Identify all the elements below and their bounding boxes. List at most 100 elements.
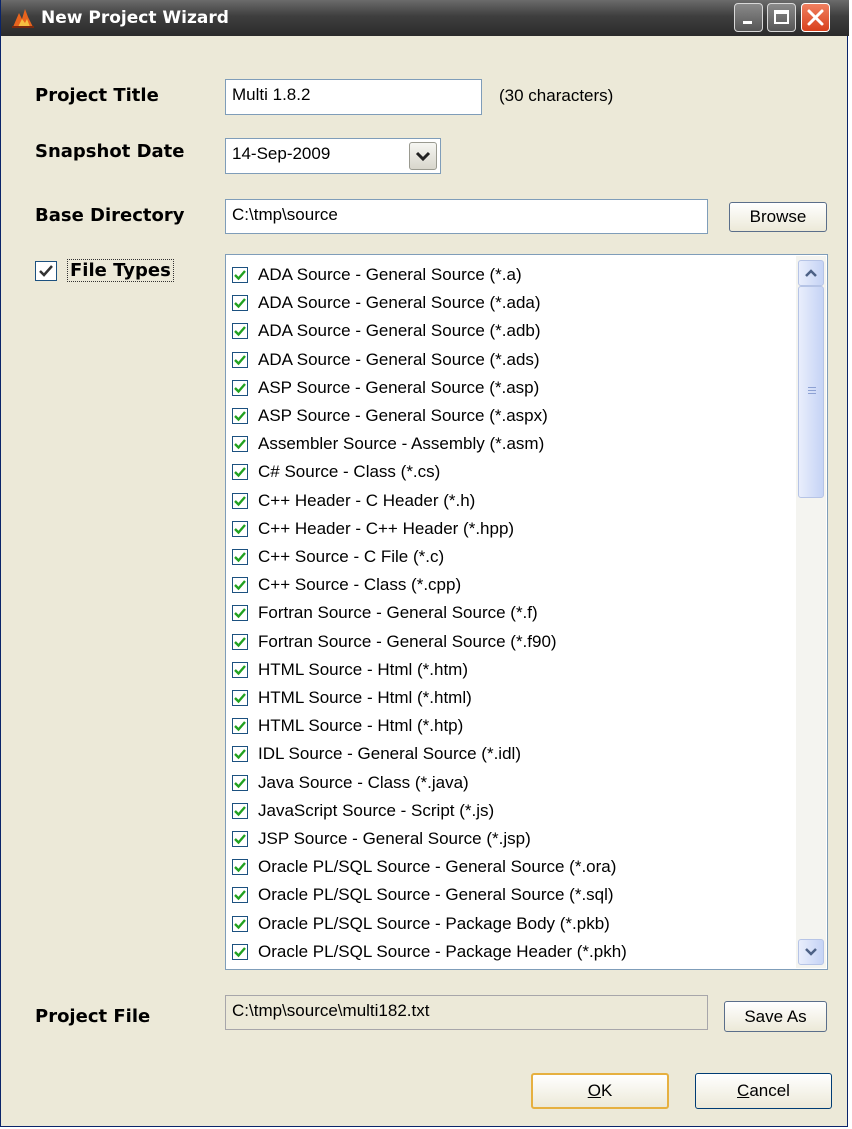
scroll-down-icon — [805, 948, 817, 956]
file-type-checkbox[interactable] — [232, 436, 248, 453]
checkmark-icon — [234, 411, 246, 422]
file-type-item[interactable]: Oracle PL/SQL Source - Package Body (*.p… — [232, 910, 610, 938]
file-type-label: C++ Source - Class (*.cpp) — [258, 575, 462, 595]
minimize-button[interactable] — [734, 3, 763, 32]
close-button[interactable] — [801, 3, 830, 32]
file-type-checkbox[interactable] — [232, 464, 248, 481]
ok-button[interactable]: OK — [531, 1073, 669, 1109]
file-type-checkbox[interactable] — [232, 887, 248, 904]
snapshot-date-label: Snapshot Date — [35, 141, 185, 162]
project-title-label: Project Title — [35, 85, 159, 106]
file-type-label: C++ Header - C++ Header (*.hpp) — [258, 518, 515, 538]
cancel-button[interactable]: Cancel — [695, 1073, 832, 1109]
file-type-checkbox[interactable] — [232, 943, 248, 960]
file-type-item[interactable]: C++ Source - Class (*.cpp) — [232, 571, 461, 599]
file-type-label: JavaScript Source - Script (*.js) — [258, 800, 495, 820]
window-title: New Project Wizard — [41, 8, 229, 28]
file-type-label: Oracle PL/SQL Source - Package Body (*.p… — [258, 913, 610, 933]
file-type-item[interactable]: C++ Source - C File (*.c) — [232, 543, 444, 571]
file-type-item[interactable]: IDL Source - General Source (*.idl) — [232, 740, 521, 768]
file-type-checkbox[interactable] — [232, 661, 248, 678]
file-type-checkbox[interactable] — [232, 633, 248, 650]
file-type-checkbox[interactable] — [232, 492, 248, 509]
file-type-item[interactable]: Fortran Source - General Source (*.f) — [232, 599, 538, 627]
file-type-item[interactable]: JSP Source - General Source (*.jsp) — [232, 825, 531, 853]
file-type-item[interactable]: HTML Source - Html (*.htm) — [232, 656, 468, 684]
file-type-item[interactable]: HTML Source - Html (*.htp) — [232, 712, 463, 740]
file-type-label: Oracle PL/SQL Source - General Source (*… — [258, 885, 614, 905]
file-type-label: C++ Header - C Header (*.h) — [258, 490, 476, 510]
file-type-checkbox[interactable] — [232, 520, 248, 537]
file-type-item[interactable]: JavaScript Source - Script (*.js) — [232, 797, 494, 825]
file-type-checkbox[interactable] — [232, 267, 248, 283]
save-as-button[interactable]: Save As — [724, 1001, 827, 1032]
file-type-label: ADA Source - General Source (*.a) — [258, 265, 522, 284]
file-type-item[interactable]: Oracle PL/SQL Source - General Source (*… — [232, 881, 614, 909]
checkmark-icon — [234, 665, 246, 676]
scroll-thumb[interactable] — [798, 286, 824, 498]
file-type-checkbox[interactable] — [232, 718, 248, 735]
checkmark-icon — [234, 749, 246, 760]
scroll-down-button[interactable] — [798, 939, 824, 965]
file-type-label: Assembler Source - Assembly (*.asm) — [258, 434, 545, 454]
file-type-label: Fortran Source - General Source (*.f) — [258, 603, 538, 623]
file-type-item[interactable]: C# Source - Class (*.cs) — [232, 458, 440, 486]
maximize-button[interactable] — [767, 3, 796, 32]
checkmark-icon — [234, 383, 246, 394]
file-type-item[interactable]: ADA Source - General Source (*.ads) — [232, 346, 540, 374]
file-type-checkbox[interactable] — [232, 859, 248, 876]
file-type-item[interactable]: Java Source - Class (*.java) — [232, 769, 469, 797]
checkmark-icon — [39, 265, 53, 277]
file-type-checkbox[interactable] — [232, 746, 248, 763]
snapshot-date-dropdown-button[interactable] — [409, 142, 437, 170]
project-title-hint: (30 characters) — [499, 86, 614, 105]
file-type-item[interactable]: ASP Source - General Source (*.aspx) — [232, 402, 548, 430]
file-type-checkbox[interactable] — [232, 831, 248, 847]
file-types-checkbox[interactable] — [35, 261, 57, 281]
scroll-up-button[interactable] — [798, 260, 824, 286]
file-type-item[interactable]: ASP Source - General Source (*.asp) — [232, 374, 539, 402]
file-type-item[interactable]: Oracle PL/SQL Source - Package Header (*… — [232, 938, 627, 966]
file-type-item[interactable]: ADA Source - General Source (*.a) — [232, 261, 522, 289]
checkmark-icon — [234, 862, 246, 873]
file-type-checkbox[interactable] — [232, 802, 248, 819]
file-type-item[interactable]: HTML Source - Html (*.html) — [232, 684, 472, 712]
file-type-item[interactable]: Fortran Source - General Source (*.f90) — [232, 628, 557, 656]
checkmark-icon — [234, 270, 246, 281]
base-directory-label: Base Directory — [35, 205, 185, 226]
file-type-checkbox[interactable] — [232, 408, 248, 424]
close-icon — [807, 9, 824, 26]
file-type-item[interactable]: Assembler Source - Assembly (*.asm) — [232, 430, 544, 458]
checkmark-icon — [234, 806, 246, 817]
project-title-input[interactable]: Multi 1.8.2 — [225, 79, 482, 115]
file-type-checkbox[interactable] — [232, 351, 248, 368]
file-type-checkbox[interactable] — [232, 605, 248, 622]
file-type-item[interactable]: C++ Header - C++ Header (*.hpp) — [232, 515, 514, 543]
checkmark-icon — [234, 495, 246, 506]
file-type-checkbox[interactable] — [232, 295, 248, 312]
title-bar[interactable]: New Project Wizard — [1, 0, 849, 36]
checkmark-icon — [234, 298, 246, 309]
file-type-checkbox[interactable] — [232, 774, 248, 791]
file-type-checkbox[interactable] — [232, 915, 248, 932]
file-type-item[interactable]: C++ Header - C Header (*.h) — [232, 487, 475, 515]
snapshot-date-select[interactable]: 14-Sep-2009 — [225, 138, 441, 174]
file-types-scrollbar[interactable] — [796, 256, 826, 968]
file-type-item[interactable]: ADA Source - General Source (*.ada) — [232, 289, 541, 317]
checkmark-icon — [234, 636, 246, 647]
file-type-checkbox[interactable] — [232, 577, 248, 594]
file-type-checkbox[interactable] — [232, 323, 248, 340]
file-types-list[interactable]: ADA Source - General Source (*.a) ADA Sou… — [225, 254, 828, 970]
file-type-label: Fortran Source - General Source (*.f90) — [258, 631, 557, 651]
file-type-checkbox[interactable] — [232, 379, 248, 396]
file-type-item[interactable]: Oracle PL/SQL Source - General Source (*… — [232, 853, 616, 881]
checkmark-icon — [234, 580, 246, 591]
checkmark-icon — [234, 354, 246, 365]
file-type-item[interactable]: ADA Source - General Source (*.adb) — [232, 317, 541, 345]
browse-button[interactable]: Browse — [729, 202, 827, 232]
file-type-label: HTML Source - Html (*.htp) — [258, 716, 464, 736]
base-directory-input[interactable]: C:\tmp\source — [225, 199, 708, 234]
file-type-checkbox[interactable] — [232, 549, 248, 565]
file-type-checkbox[interactable] — [232, 690, 248, 706]
new-project-wizard-window: New Project Wizard Project Title Multi 1… — [0, 0, 849, 1127]
